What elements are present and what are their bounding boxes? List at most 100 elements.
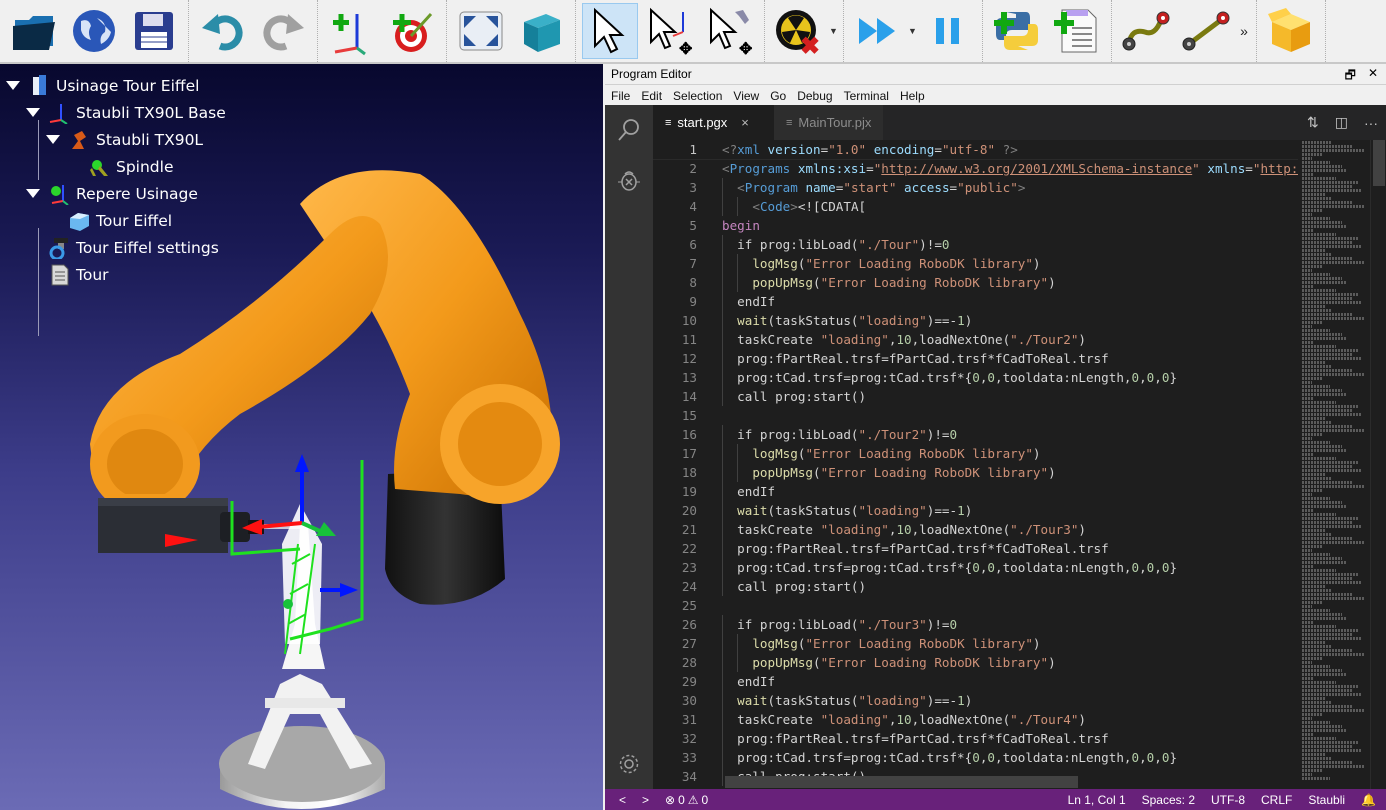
search-icon[interactable] xyxy=(605,105,653,155)
move-tool-button[interactable]: ✥ xyxy=(702,3,758,59)
code-line[interactable]: 8 popUpMsg("Error Loading RoboDK library… xyxy=(653,273,1298,292)
select-cursor-button[interactable] xyxy=(582,3,638,59)
menu-selection[interactable]: Selection xyxy=(673,89,722,103)
code-line[interactable]: 28 popUpMsg("Error Loading RoboDK librar… xyxy=(653,653,1298,672)
globe-button[interactable] xyxy=(66,3,122,59)
encoding[interactable]: UTF-8 xyxy=(1211,793,1245,807)
menu-go[interactable]: Go xyxy=(770,89,786,103)
code-line[interactable]: 33 prog:tCad.trsf=prog:tCad.trsf*{0,0,to… xyxy=(653,748,1298,767)
menu-debug[interactable]: Debug xyxy=(797,89,832,103)
pause-button[interactable] xyxy=(920,3,976,59)
add-reference-frame-button[interactable] xyxy=(324,3,380,59)
collision-check-button[interactable]: ✖ xyxy=(771,3,827,59)
indentation[interactable]: Spaces: 2 xyxy=(1142,793,1195,807)
code-line[interactable]: 2 <Programs xmlns:xsi="http://www.w3.org/… xyxy=(653,159,1298,178)
code-line[interactable]: 26 if prog:libLoad("./Tour3")!=0 xyxy=(653,615,1298,634)
tree-item[interactable]: Repere Usinage xyxy=(6,180,226,207)
tab-maintour-pjx[interactable]: ≡ MainTour.pjx xyxy=(774,105,884,140)
code-line[interactable]: 16 if prog:libLoad("./Tour2")!=0 xyxy=(653,425,1298,444)
nav-back-button[interactable]: < xyxy=(619,793,626,807)
code-line[interactable]: 29 endIf xyxy=(653,672,1298,691)
expand-arrow-icon[interactable] xyxy=(6,81,20,90)
settings-gear-icon[interactable] xyxy=(605,739,653,789)
tab-start-pgx[interactable]: ≡ start.pgx × xyxy=(653,105,774,140)
code-line[interactable]: 6 if prog:libLoad("./Tour")!=0 xyxy=(653,235,1298,254)
menu-file[interactable]: File xyxy=(611,89,630,103)
undo-button[interactable] xyxy=(195,3,251,59)
code-text: popUpMsg("Error Loading RoboDK library") xyxy=(752,465,1056,480)
code-line[interactable]: 24 call prog:start() xyxy=(653,577,1298,596)
dropdown-arrow-icon[interactable]: ▼ xyxy=(908,26,918,36)
menu-terminal[interactable]: Terminal xyxy=(844,89,889,103)
code-line[interactable]: 1 <?xml version="1.0" encoding="utf-8" ?> xyxy=(653,140,1298,160)
code-line[interactable]: 5 begin xyxy=(653,216,1298,235)
code-line[interactable]: 17 logMsg("Error Loading RoboDK library"… xyxy=(653,444,1298,463)
scrollbar-thumb[interactable] xyxy=(1373,140,1385,186)
code-line[interactable]: 31 taskCreate "loading",10,loadNextOne("… xyxy=(653,710,1298,729)
save-button[interactable] xyxy=(126,3,182,59)
move-joint-path-button[interactable] xyxy=(1118,3,1174,59)
iso-view-button[interactable] xyxy=(513,3,569,59)
toolbar-overflow-button[interactable]: » xyxy=(1236,23,1252,39)
code-line[interactable]: 9 endIf xyxy=(653,292,1298,311)
code-line[interactable]: 23 prog:tCad.trsf=prog:tCad.trsf*{0,0,to… xyxy=(653,558,1298,577)
code-line[interactable]: 25 xyxy=(653,596,1298,615)
code-line[interactable]: 13 prog:tCad.trsf=prog:tCad.trsf*{0,0,to… xyxy=(653,368,1298,387)
fit-all-button[interactable] xyxy=(453,3,509,59)
language-mode[interactable]: Staubli xyxy=(1308,793,1345,807)
debug-icon[interactable] xyxy=(605,155,653,205)
add-python-program-button[interactable] xyxy=(989,3,1045,59)
minimap[interactable] xyxy=(1298,140,1370,789)
redo-button[interactable] xyxy=(255,3,311,59)
tree-item[interactable]: Usinage Tour Eiffel xyxy=(6,72,226,99)
menu-edit[interactable]: Edit xyxy=(641,89,662,103)
cursor-position[interactable]: Ln 1, Col 1 xyxy=(1068,793,1126,807)
move-linear-path-button[interactable] xyxy=(1178,3,1234,59)
nav-forward-button[interactable]: > xyxy=(642,793,649,807)
code-line[interactable]: 22 prog:fPartReal.trsf=fPartCad.trsf*fCa… xyxy=(653,539,1298,558)
expand-arrow-icon[interactable] xyxy=(26,189,40,198)
package-button[interactable] xyxy=(1263,3,1319,59)
open-folder-button[interactable] xyxy=(6,3,62,59)
code-line[interactable]: 12 prog:fPartReal.trsf=fPartCad.trsf*fCa… xyxy=(653,349,1298,368)
code-line[interactable]: 27 logMsg("Error Loading RoboDK library"… xyxy=(653,634,1298,653)
code-line[interactable]: 19 endIf xyxy=(653,482,1298,501)
code-line[interactable]: 4 <Code><![CDATA[ xyxy=(653,197,1298,216)
code-line[interactable]: 7 logMsg("Error Loading RoboDK library") xyxy=(653,254,1298,273)
code-editor[interactable]: 1 <?xml version="1.0" encoding="utf-8" ?>… xyxy=(653,140,1298,789)
close-tab-icon[interactable]: × xyxy=(741,115,749,130)
code-line[interactable]: 15 xyxy=(653,406,1298,425)
code-line[interactable]: 20 wait(taskStatus("loading")==-1) xyxy=(653,501,1298,520)
menu-view[interactable]: View xyxy=(733,89,759,103)
code-line[interactable]: 3 <Program name="start" access="public"> xyxy=(653,178,1298,197)
code-text: endIf xyxy=(737,674,776,689)
problems-indicator[interactable]: ⊗ 0 ⚠ 0 xyxy=(665,793,708,807)
3d-viewport[interactable]: Usinage Tour Eiffel Staubli TX90L Base Sta… xyxy=(0,64,603,810)
code-line[interactable]: 32 prog:fPartReal.trsf=fPartCad.trsf*fCa… xyxy=(653,729,1298,748)
more-actions-icon[interactable]: ··· xyxy=(1364,115,1378,131)
split-editor-icon[interactable]: ◫ xyxy=(1335,114,1348,131)
eiffel-tower-workpiece[interactable] xyxy=(219,504,385,809)
add-target-button[interactable] xyxy=(384,3,440,59)
restore-icon[interactable]: 🗗 xyxy=(1345,66,1356,87)
fast-simulation-button[interactable] xyxy=(850,3,906,59)
code-line[interactable]: 18 popUpMsg("Error Loading RoboDK librar… xyxy=(653,463,1298,482)
code-line[interactable]: 11 taskCreate "loading",10,loadNextOne("… xyxy=(653,330,1298,349)
indent-guide xyxy=(722,691,723,710)
notifications-bell-icon[interactable]: 🔔 xyxy=(1361,793,1376,807)
dropdown-arrow-icon[interactable]: ▼ xyxy=(829,26,839,36)
move-reference-button[interactable]: ✥ xyxy=(642,3,698,59)
vertical-scrollbar[interactable] xyxy=(1370,140,1386,789)
close-icon[interactable]: ✕ xyxy=(1368,66,1378,87)
code-line[interactable]: 10 wait(taskStatus("loading")==-1) xyxy=(653,311,1298,330)
expand-arrow-icon[interactable] xyxy=(26,108,40,117)
code-line[interactable]: 21 taskCreate "loading",10,loadNextOne("… xyxy=(653,520,1298,539)
open-changes-icon[interactable]: ⇅ xyxy=(1307,114,1319,131)
code-line[interactable]: 14 call prog:start() xyxy=(653,387,1298,406)
expand-arrow-icon[interactable] xyxy=(46,135,60,144)
line-ending[interactable]: CRLF xyxy=(1261,793,1292,807)
horizontal-scrollbar[interactable] xyxy=(725,776,1078,788)
menu-help[interactable]: Help xyxy=(900,89,925,103)
code-line[interactable]: 30 wait(taskStatus("loading")==-1) xyxy=(653,691,1298,710)
add-program-button[interactable] xyxy=(1049,3,1105,59)
